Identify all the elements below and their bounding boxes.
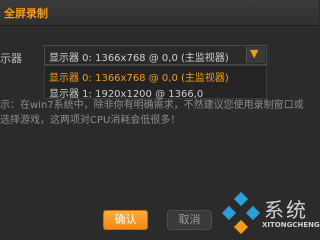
- dropdown-option-0[interactable]: 显示器 0: 1366x768 @ 0,0 (主监视器): [49, 69, 229, 84]
- display-label: 示器: [0, 52, 22, 65]
- triangle-down-icon: ▼: [250, 47, 259, 60]
- ok-button[interactable]: 确认: [103, 210, 148, 230]
- title-bar: 全屏录制: [0, 0, 319, 26]
- watermark-logo-icon: [221, 192, 261, 234]
- display-select-value: 显示器 0: 1366x768 @ 0,0 (主监视器): [49, 53, 229, 64]
- watermark: 系统 XITONGCHENG: [220, 190, 320, 240]
- display-dropdown-list: 显示器 0: 1366x768 @ 0,0 (主监视器) 显示器 1: 1920…: [44, 65, 267, 100]
- watermark-domain: XITONGCHENG: [262, 221, 320, 229]
- dropdown-button[interactable]: ▼: [246, 47, 265, 63]
- watermark-text: 系统: [264, 198, 308, 222]
- window-title: 全屏录制: [4, 7, 48, 20]
- cancel-button[interactable]: 取消: [167, 210, 212, 230]
- display-select[interactable]: 显示器 0: 1366x768 @ 0,0 (主监视器) ▼: [44, 45, 267, 65]
- tip-text-line1: 示：在win7系统中，除非你有明确需求，不然建议您使用录制窗口或: [0, 100, 304, 111]
- tip-text-line2: 选择游戏，这两项对CPU消耗会低很多！: [0, 115, 181, 126]
